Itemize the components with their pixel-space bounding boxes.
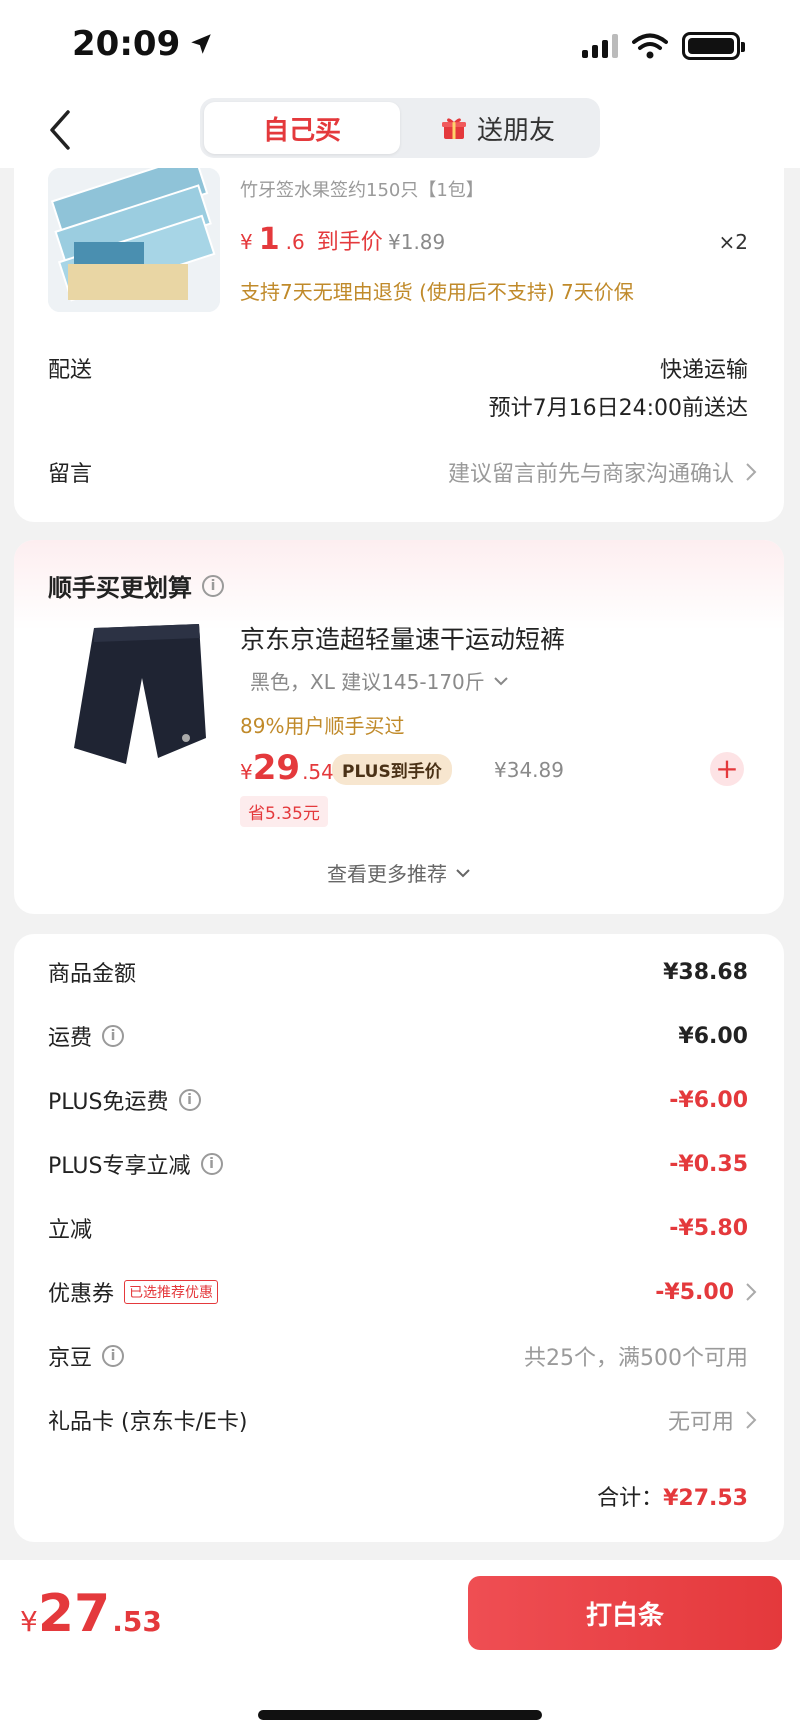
cellular-signal-icon bbox=[582, 34, 618, 58]
chevron-right-icon bbox=[746, 1283, 757, 1301]
status-icons bbox=[582, 32, 745, 60]
recommend-spec-text: 黑色，XL 建议145-170斤 bbox=[250, 670, 485, 694]
checkout-bar: ¥27.53 打白条 bbox=[0, 1560, 800, 1730]
summary-value: ¥6.00 bbox=[678, 1023, 748, 1049]
product1-price-int: 1 bbox=[258, 222, 280, 257]
message-label: 留言 bbox=[48, 462, 93, 487]
tab-self-buy-label: 自己买 bbox=[262, 115, 341, 146]
add-to-order-button[interactable]: + bbox=[710, 752, 744, 786]
pay-baitiao-button[interactable]: 打白条 bbox=[468, 1576, 782, 1650]
total-label: 合计： bbox=[597, 1486, 664, 1511]
summary-label: 商品金额 bbox=[48, 962, 137, 987]
footer-total-price: ¥27.53 bbox=[20, 1584, 162, 1644]
product1-return-policy: 支持7天无理由退货 (使用后不支持) 7天价保 bbox=[240, 280, 634, 304]
product1-quantity: ×2 bbox=[718, 230, 748, 254]
message-placeholder: 建议留言前先与商家沟通确认 bbox=[447, 462, 734, 487]
summary-value: -¥6.00 bbox=[669, 1087, 748, 1113]
shorts-product-image[interactable] bbox=[54, 618, 224, 778]
summary-label: 优惠券 bbox=[48, 1282, 115, 1307]
gift-icon bbox=[441, 118, 466, 139]
home-indicator bbox=[258, 1710, 542, 1720]
more-recommendations-link[interactable]: 查看更多推荐 bbox=[14, 858, 784, 887]
total-value: ¥27.53 bbox=[663, 1486, 748, 1511]
purchase-mode-toggle: 自己买 送朋友 bbox=[200, 98, 600, 158]
location-arrow-icon bbox=[191, 34, 211, 54]
battery-icon bbox=[682, 32, 745, 60]
summary-value: ¥38.68 bbox=[663, 959, 748, 985]
coupon-selected-tag: 已选推荐优惠 bbox=[124, 1280, 219, 1304]
summary-row-jingdou: 京豆 i 共25个，满500个可用 bbox=[48, 1336, 748, 1376]
footer-price-yen: ¥ bbox=[20, 1605, 38, 1638]
nav-bar: 自己买 送朋友 bbox=[0, 96, 800, 168]
summary-row-shipping-fee: 运费 i ¥6.00 bbox=[48, 1016, 748, 1056]
plus-price-badge: PLUS到手价 bbox=[332, 754, 452, 785]
recommend-original-price: ¥34.89 bbox=[494, 758, 564, 782]
recommend-price-int: 29 bbox=[252, 748, 301, 788]
footer-price-dec: .53 bbox=[112, 1605, 162, 1638]
summary-total: 合计：¥27.53 bbox=[597, 1480, 748, 1512]
recommend-title: 顺手买更划算 i bbox=[48, 568, 224, 603]
summary-value: -¥5.80 bbox=[669, 1215, 748, 1241]
info-icon[interactable]: i bbox=[178, 1089, 201, 1111]
time-text: 20:09 bbox=[72, 24, 181, 64]
recommend-price-dec: .54 bbox=[302, 760, 334, 784]
chevron-right-icon bbox=[746, 463, 757, 481]
price-summary-card: 商品金额 ¥38.68 运费 i ¥6.00 PLUS免运费 i -¥6.00 PL… bbox=[14, 934, 784, 1542]
status-time: 20:09 bbox=[72, 24, 214, 64]
summary-row-instant-discount: 立减 -¥5.80 bbox=[48, 1208, 748, 1248]
recommend-price: ¥29.54 bbox=[240, 748, 334, 788]
summary-label: 京豆 bbox=[48, 1346, 93, 1371]
pay-button-label: 打白条 bbox=[585, 1600, 664, 1631]
info-icon[interactable]: i bbox=[102, 1025, 125, 1047]
summary-row-goods: 商品金额 ¥38.68 bbox=[48, 952, 748, 992]
summary-value: -¥0.35 bbox=[669, 1151, 748, 1177]
product1-subtitle: 竹牙签水果签约150只【1包】 bbox=[240, 180, 484, 201]
recommend-title-text: 顺手买更划算 bbox=[48, 574, 192, 602]
back-arrow-icon[interactable] bbox=[40, 106, 80, 154]
chevron-right-icon bbox=[746, 1411, 757, 1429]
footer-price-int: 27 bbox=[37, 1584, 111, 1644]
product1-price: ¥1.6 到手价 bbox=[240, 222, 383, 257]
info-icon[interactable]: i bbox=[202, 574, 224, 597]
summary-value: -¥5.00 bbox=[655, 1279, 734, 1305]
summary-label: 礼品卡 (京东卡/E卡) bbox=[48, 1410, 248, 1435]
wifi-icon bbox=[632, 33, 668, 59]
message-input[interactable]: 建议留言前先与商家沟通确认 bbox=[448, 456, 758, 488]
recommend-card: 顺手买更划算 i 京东京造超轻量速干运动短裤 黑色，XL 建议145-170斤 … bbox=[14, 540, 784, 914]
recommend-price-yen: ¥ bbox=[240, 760, 253, 784]
order-item-card: 竹牙签水果签约150只【1包】 ¥1.6 到手价 ¥1.89 ×2 支持7天无理… bbox=[14, 168, 784, 522]
product1-original-price: ¥1.89 bbox=[388, 230, 446, 254]
recommend-product-name[interactable]: 京东京造超轻量速干运动短裤 bbox=[240, 620, 565, 656]
more-recommendations-label: 查看更多推荐 bbox=[327, 862, 447, 886]
summary-label: 运费 bbox=[48, 1026, 93, 1051]
product1-price-dec: .6 bbox=[285, 230, 305, 254]
summary-row-coupon[interactable]: 优惠券 已选推荐优惠 -¥5.00 bbox=[48, 1272, 758, 1312]
summary-label: 立减 bbox=[48, 1218, 93, 1243]
chevron-down-icon bbox=[456, 868, 470, 877]
summary-value: 共25个，满500个可用 bbox=[524, 1346, 748, 1371]
chevron-down-icon bbox=[494, 676, 508, 685]
summary-value: 无可用 bbox=[667, 1410, 734, 1435]
info-icon[interactable]: i bbox=[200, 1153, 223, 1175]
summary-row-plus-free-shipping: PLUS免运费 i -¥6.00 bbox=[48, 1080, 748, 1120]
recommend-product-spec[interactable]: 黑色，XL 建议145-170斤 bbox=[250, 666, 509, 695]
tab-self-buy[interactable]: 自己买 bbox=[204, 102, 400, 154]
tab-gift-friend-label: 送朋友 bbox=[476, 115, 555, 146]
status-bar: 20:09 bbox=[0, 0, 800, 96]
save-amount-badge: 省5.35元 bbox=[240, 796, 328, 827]
info-icon[interactable]: i bbox=[102, 1345, 125, 1367]
shipping-eta: 预计7月16日24:00前送达 bbox=[488, 396, 748, 421]
shipping-method: 快递运输 bbox=[659, 358, 748, 383]
shipping-label: 配送 bbox=[48, 358, 93, 383]
summary-row-gift-card[interactable]: 礼品卡 (京东卡/E卡) 无可用 bbox=[48, 1400, 758, 1440]
summary-label: PLUS免运费 bbox=[48, 1090, 169, 1115]
tab-gift-friend[interactable]: 送朋友 bbox=[400, 102, 596, 154]
toothpick-product-image[interactable] bbox=[48, 168, 220, 312]
summary-label: PLUS专享立减 bbox=[48, 1154, 191, 1179]
summary-row-plus-discount: PLUS专享立减 i -¥0.35 bbox=[48, 1144, 748, 1184]
product1-price-suffix: 到手价 bbox=[316, 230, 383, 255]
product1-price-yen: ¥ bbox=[240, 230, 253, 254]
recommend-bought-percentage: 89%用户顺手买过 bbox=[240, 714, 405, 738]
